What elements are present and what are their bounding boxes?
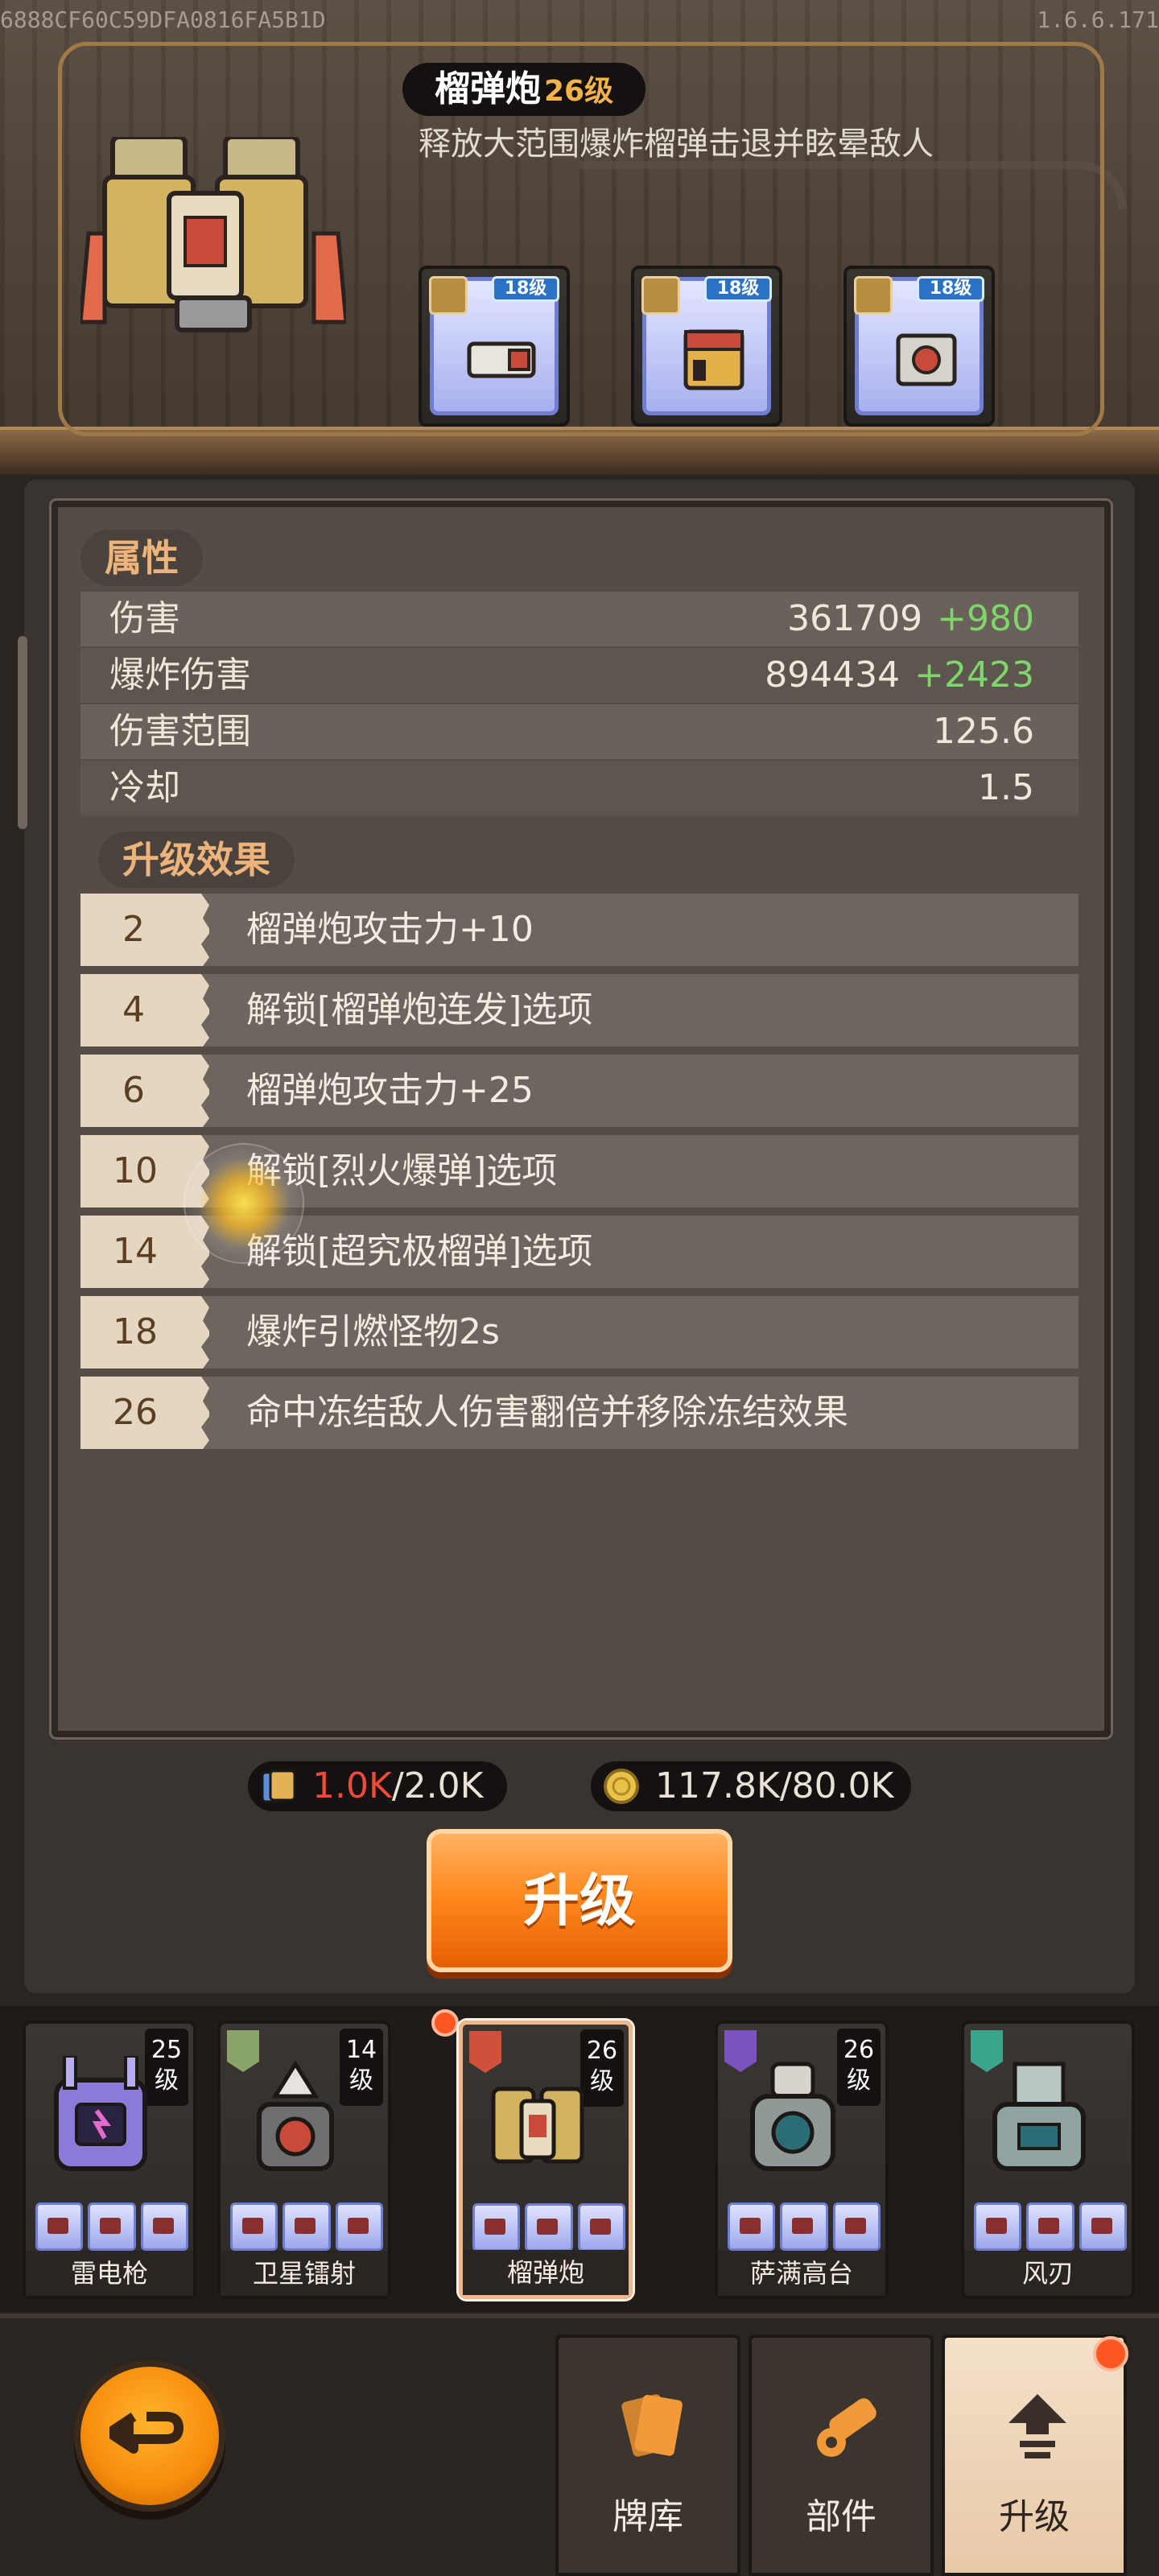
part-card-1[interactable]: 18级 xyxy=(419,266,570,427)
stat-value: 361709 +980 xyxy=(787,592,1034,646)
effect-level: 6 xyxy=(80,1055,209,1127)
touch-glow-effect xyxy=(184,1143,304,1264)
effect-level: 26 xyxy=(80,1377,209,1449)
stat-row-damage-range: 伤害范围 125.6 xyxy=(80,704,1079,759)
back-button[interactable] xyxy=(74,2360,225,2512)
wind-blade-icon xyxy=(992,2062,1086,2171)
weapon-description: 释放大范围爆炸榴弹击退并眩晕敌人 xyxy=(419,126,934,163)
barrel-part-icon xyxy=(467,341,536,378)
stat-row-cooldown: 冷却 1.5 xyxy=(80,761,1079,815)
upgrade-button[interactable]: 升级 xyxy=(427,1829,732,1972)
shaman-platform-icon xyxy=(750,2062,835,2171)
weapon-slot-howitzer[interactable]: 26 级 榴弹炮 xyxy=(459,2021,633,2299)
card-stack-icon xyxy=(261,1769,296,1803)
satellite-laser-icon xyxy=(257,2060,334,2171)
part-card-2[interactable]: 18级 xyxy=(631,266,782,427)
weapon-slot-name: 萨满高台 xyxy=(718,2251,885,2296)
stat-base-value: 1.5 xyxy=(978,767,1034,808)
weapon-parts-strip xyxy=(472,2203,625,2252)
stat-label: 冷却 xyxy=(109,767,180,808)
effect-text: 榴弹炮攻击力+25 xyxy=(246,1070,534,1111)
part-type-icon xyxy=(641,276,680,315)
gold-resource: 117.8K/80.0K xyxy=(591,1761,911,1811)
card-count-required: /2.0K xyxy=(391,1765,484,1806)
stat-row-damage: 伤害 361709 +980 xyxy=(80,592,1079,646)
part-level: 18级 xyxy=(492,276,559,302)
stat-label: 爆炸伤害 xyxy=(109,654,251,696)
weapon-parts-strip xyxy=(35,2202,188,2251)
core-part-icon xyxy=(896,333,957,386)
gold-amount: 117.8K/80.0K xyxy=(655,1765,894,1806)
stat-base-value: 125.6 xyxy=(933,711,1034,752)
nav-tab-upgrade[interactable]: 升级 xyxy=(942,2334,1127,2576)
effect-row: 2 榴弹炮攻击力+10 xyxy=(80,894,1079,966)
effect-row: 4 解锁[榴弹炮连发]选项 xyxy=(80,974,1079,1046)
upgrade-effects-heading: 升级效果 xyxy=(98,832,295,888)
notification-dot xyxy=(431,2009,459,2037)
gold-coin-icon xyxy=(604,1769,639,1804)
weapon-slot-name: 雷电枪 xyxy=(26,2251,193,2296)
weapon-slot-thunder-gun[interactable]: 25 级 雷电枪 xyxy=(23,2021,196,2299)
part-type-icon xyxy=(429,276,468,315)
stat-base-value: 361709 xyxy=(787,598,923,639)
cannon-icon xyxy=(817,2398,876,2457)
part-type-icon xyxy=(854,276,893,315)
stat-label: 伤害范围 xyxy=(109,711,251,752)
nav-tab-label: 牌库 xyxy=(612,2496,683,2537)
weapon-parts-strip xyxy=(728,2202,881,2251)
weapon-slot-name: 风刃 xyxy=(964,2251,1132,2296)
effect-level: 18 xyxy=(80,1296,209,1368)
nav-tab-parts[interactable]: 部件 xyxy=(749,2334,934,2576)
weapon-slot-name: 卫星镭射 xyxy=(221,2251,388,2296)
stat-value: 1.5 xyxy=(978,761,1034,815)
attributes-heading: 属性 xyxy=(80,530,203,586)
part-level: 18级 xyxy=(917,276,984,302)
stat-row-explosion-damage: 爆炸伤害 894434 +2423 xyxy=(80,648,1079,703)
effect-level: 2 xyxy=(80,894,209,966)
weapon-title: 榴弹炮 26级 xyxy=(402,63,646,116)
howitzer-portrait-icon xyxy=(80,137,346,332)
howitzer-icon xyxy=(491,2087,584,2164)
effect-text: 命中冻结敌人伤害翻倍并移除冻结效果 xyxy=(246,1392,848,1433)
nav-tab-label: 升级 xyxy=(999,2496,1070,2537)
card-count-current: 1.0K xyxy=(312,1765,392,1806)
ammo-box-part-icon xyxy=(683,329,744,390)
stat-bonus: +2423 xyxy=(914,654,1034,696)
notification-dot xyxy=(1093,2336,1128,2372)
version-label: 1.6.6.171 xyxy=(1037,6,1159,33)
stat-bonus: +980 xyxy=(937,598,1034,639)
stat-value: 894434 +2423 xyxy=(765,648,1034,703)
scrollbar[interactable] xyxy=(18,636,27,829)
effect-level: 4 xyxy=(80,974,209,1046)
effect-row: 26 命中冻结敌人伤害翻倍并移除冻结效果 xyxy=(80,1377,1079,1449)
stat-value: 125.6 xyxy=(933,704,1034,759)
weapon-slot-shaman-platform[interactable]: 26 级 萨满高台 xyxy=(715,2021,889,2299)
stat-base-value: 894434 xyxy=(765,654,901,696)
part-card-3[interactable]: 18级 xyxy=(843,266,995,427)
weapon-level: 26级 xyxy=(544,75,614,108)
effect-row: 18 爆炸引燃怪物2s xyxy=(80,1296,1079,1368)
nav-tab-card-library[interactable]: 牌库 xyxy=(555,2334,740,2576)
weapon-slot-wind-blade[interactable]: 风刃 xyxy=(961,2021,1135,2299)
effect-text: 爆炸引燃怪物2s xyxy=(246,1311,500,1352)
upgrade-arrow-icon xyxy=(1008,2394,1066,2458)
thunder-gun-icon xyxy=(54,2056,147,2171)
return-arrow-icon xyxy=(109,2412,184,2454)
weapon-parts-strip xyxy=(230,2202,383,2251)
nav-tab-label: 部件 xyxy=(806,2496,876,2537)
weapon-name: 榴弹炮 xyxy=(435,68,541,109)
stat-label: 伤害 xyxy=(109,598,180,639)
part-level: 18级 xyxy=(704,276,772,302)
effect-text: 榴弹炮攻击力+10 xyxy=(246,909,534,950)
weapon-slot-name: 榴弹炮 xyxy=(463,2250,629,2295)
build-hash: 6888CF60C59DFA0816FA5B1D xyxy=(0,6,326,33)
effect-text: 解锁[榴弹炮连发]选项 xyxy=(246,989,593,1030)
weapon-parts-strip xyxy=(974,2202,1127,2251)
effect-row: 6 榴弹炮攻击力+25 xyxy=(80,1055,1079,1127)
weapon-slot-satellite-laser[interactable]: 14 级 卫星镭射 xyxy=(217,2021,391,2299)
card-resource: 1.0K/2.0K xyxy=(248,1761,507,1811)
cards-icon xyxy=(621,2394,683,2457)
